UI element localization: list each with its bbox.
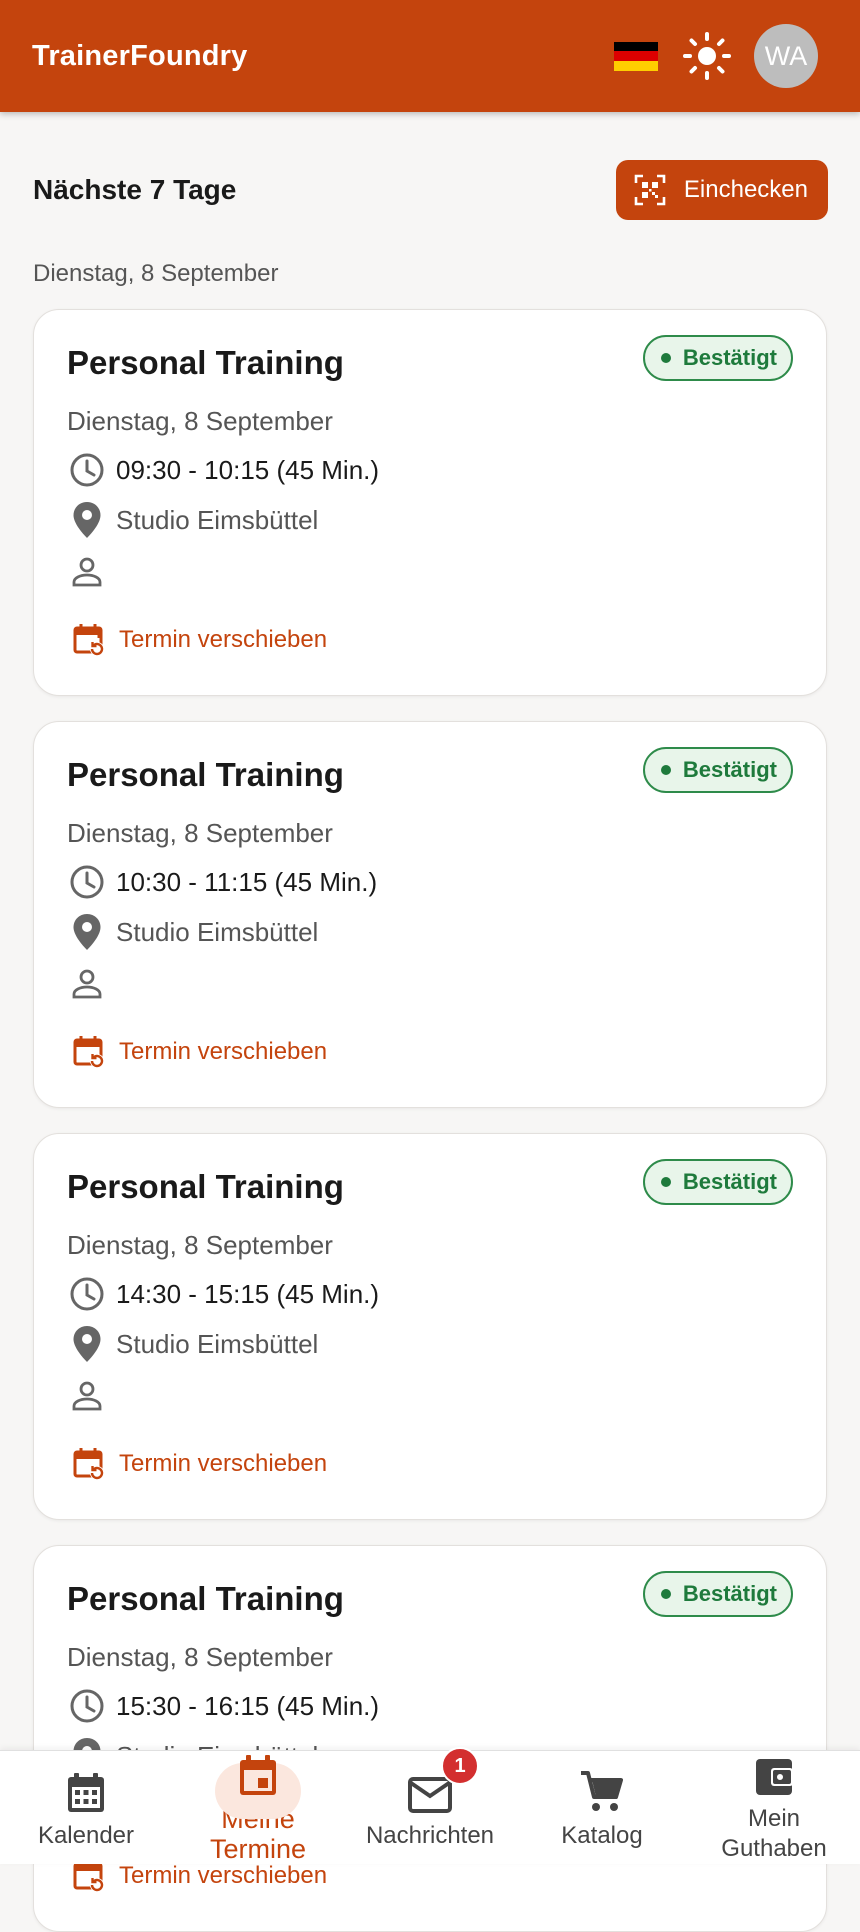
nav-item-mein-guthaben[interactable]: Mein Guthaben [688,1751,860,1864]
appointment-time-row: 14:30 - 15:15 (45 Min.) [67,1274,379,1314]
page-title: Nächste 7 Tage [33,174,237,205]
app-bar-actions: WA [614,24,818,88]
status-dot-icon [660,1177,671,1187]
location-pin-icon [67,500,107,540]
appointment-time: 15:30 - 16:15 (45 Min.) [116,1690,380,1721]
status-dot-icon [660,1589,671,1599]
appointment-trainer-row [67,1376,116,1416]
reschedule-button[interactable]: Termin verschieben [73,1447,327,1481]
checkin-label: Einchecken [683,176,808,203]
appointment-date: Dienstag, 8 September [67,1642,333,1672]
status-dot-icon [660,765,671,775]
status-label: Bestätigt [682,1169,777,1194]
avatar[interactable]: WA [754,24,818,88]
clock-icon [67,1686,107,1726]
app-bar: TrainerFoundry WA [0,0,860,112]
appointment-trainer-row [67,552,116,592]
status-badge: Bestätigt [642,335,793,381]
language-flag-icon[interactable] [614,41,658,71]
nav-label: Katalog [561,1822,643,1849]
calendar-reschedule-icon [73,624,104,656]
appointment-date: Dienstag, 8 September [67,818,333,848]
clock-icon [67,1274,107,1314]
person-icon [67,1376,107,1416]
reschedule-button[interactable]: Termin verschieben [73,1035,327,1069]
day-group-label: Dienstag, 8 September [33,260,279,287]
nav-item-katalog[interactable]: Katalog [516,1751,688,1864]
calendar-icon [65,1765,107,1815]
clock-icon [67,862,107,902]
reschedule-label: Termin verschieben [119,626,328,653]
nav-item-meine-termine[interactable]: Meine Termine [172,1751,344,1864]
status-badge: Bestätigt [642,1571,793,1617]
appointment-location-row: Studio Eimsbüttel [67,500,318,540]
unread-badge: 1 [441,1747,479,1785]
status-badge: Bestätigt [642,1159,793,1205]
checkin-button[interactable]: Einchecken [615,160,828,220]
status-dot-icon [660,353,671,363]
appointment-location-row: Studio Eimsbüttel [67,912,318,952]
status-label: Bestätigt [682,1581,777,1606]
status-label: Bestätigt [682,345,777,370]
appointment-time: 10:30 - 11:15 (45 Min.) [116,866,378,897]
theme-toggle-icon[interactable] [682,31,732,81]
person-icon [67,964,107,1004]
status-label: Bestätigt [682,757,777,782]
appointment-time: 09:30 - 10:15 (45 Min.) [116,454,380,485]
nav-label: Mein Guthaben [721,1805,827,1862]
appointment-card[interactable]: Personal Training Bestätigt Dienstag, 8 … [33,721,827,1108]
person-icon [67,552,107,592]
appointment-time-row: 10:30 - 11:15 (45 Min.) [67,862,377,902]
reschedule-button[interactable]: Termin verschieben [73,623,327,657]
appointment-location-row: Studio Eimsbüttel [67,1324,318,1364]
appointment-title: Personal Training [67,1168,344,1205]
wallet-icon [753,1755,795,1798]
event-icon [237,1751,279,1798]
appointment-time-row: 09:30 - 10:15 (45 Min.) [67,450,379,490]
appointment-location: Studio Eimsbüttel [116,1328,319,1359]
appointment-location: Studio Eimsbüttel [116,916,319,947]
location-pin-icon [67,912,107,952]
appointment-title: Personal Training [67,344,344,381]
appointment-card[interactable]: Personal Training Bestätigt Dienstag, 8 … [33,1133,827,1520]
appointment-card[interactable]: Personal Training Bestätigt Dienstag, 8 … [33,309,827,696]
cart-icon [579,1765,625,1815]
appointment-title: Personal Training [67,756,344,793]
reschedule-label: Termin verschieben [119,1038,328,1065]
calendar-reschedule-icon [73,1036,104,1068]
appointment-time-row: 15:30 - 16:15 (45 Min.) [67,1686,379,1726]
calendar-reschedule-icon [73,1860,104,1892]
nav-label: Nachrichten [365,1822,495,1849]
nav-item-kalender[interactable]: Kalender [0,1751,172,1864]
nav-item-nachrichten[interactable]: 1 Nachrichten [344,1747,516,1864]
location-pin-icon [67,1324,107,1364]
qr-code-icon [634,174,666,206]
appointment-date: Dienstag, 8 September [67,1230,333,1260]
section-header: Nächste 7 Tage Einchecken [33,160,828,220]
appointment-date: Dienstag, 8 September [67,406,333,436]
appointment-card[interactable]: Personal Training Bestätigt Dienstag, 8 … [33,1545,827,1932]
bottom-navigation: Kalender Meine Termine 1 Nachrichten Kat… [0,1747,860,1864]
brand-title[interactable]: TrainerFoundry [32,40,248,73]
appointment-time: 14:30 - 15:15 (45 Min.) [116,1278,380,1309]
reschedule-label: Termin verschieben [119,1862,328,1889]
reschedule-button[interactable]: Termin verschieben [73,1859,327,1893]
status-badge: Bestätigt [642,747,793,793]
appointment-title: Personal Training [67,1580,344,1617]
nav-label: Kalender [37,1822,135,1849]
clock-icon [67,450,107,490]
calendar-reschedule-icon [73,1448,104,1480]
appointment-trainer-row [67,964,116,1004]
appointment-location: Studio Eimsbüttel [116,504,319,535]
reschedule-label: Termin verschieben [119,1450,328,1477]
